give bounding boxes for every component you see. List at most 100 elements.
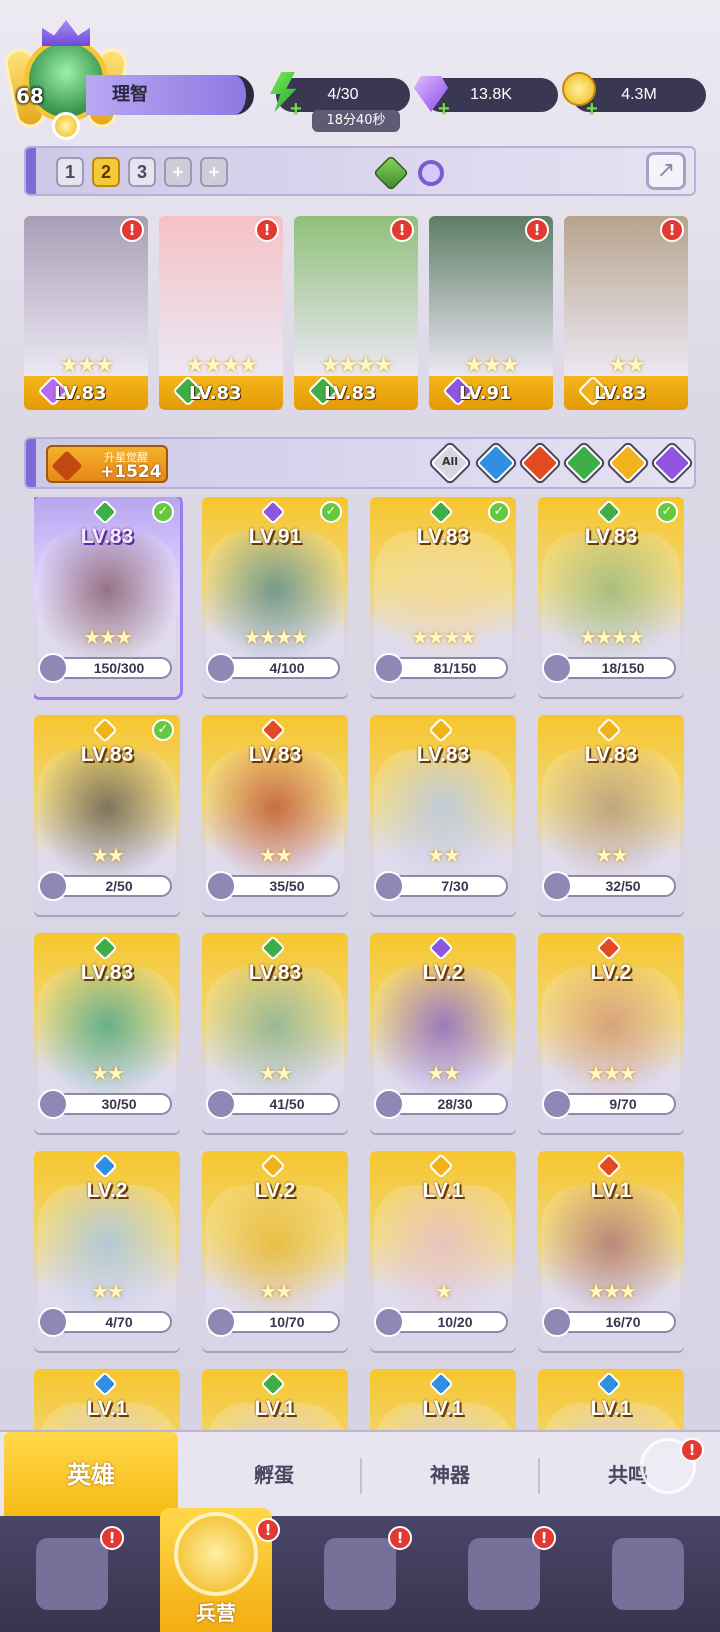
checkmark-icon: ✓ [656, 501, 678, 523]
element-water-icon [428, 1371, 454, 1397]
cards-icon [36, 1538, 108, 1610]
star-rating: ★★ [427, 1061, 461, 1085]
element-fire-icon [596, 935, 622, 961]
tab-artifacts[interactable]: 神器 [362, 1432, 538, 1518]
hero-card[interactable]: LV.1 ★ 10/20 [370, 1151, 516, 1351]
player-name[interactable]: 理智 [86, 75, 254, 115]
nav-shop[interactable]: ! [432, 1516, 576, 1632]
hero-card[interactable]: LV.83 ✓ ★★★★ 18/150 [538, 497, 684, 697]
team-tab-2[interactable]: 2 [92, 157, 120, 187]
team-tab-3[interactable]: 3 [128, 157, 156, 187]
hero-level: LV.91 [248, 525, 302, 548]
hero-shard-icon [38, 1307, 68, 1337]
hero-level: LV.83 [248, 743, 302, 766]
nav-cards[interactable]: ! [0, 1516, 144, 1632]
hero-card[interactable]: LV.83 ★★ 41/50 [202, 933, 348, 1133]
hero-card[interactable]: LV.2 ★★★ 9/70 [538, 933, 684, 1133]
hero-card[interactable]: LV.83 ★★ 32/50 [538, 715, 684, 915]
add-energy-icon[interactable]: + [290, 92, 302, 126]
nav-barracks[interactable]: 兵营 ! [144, 1488, 288, 1632]
filter-fire-icon[interactable] [520, 443, 560, 483]
element-nature-icon [260, 935, 286, 961]
star-rating: ★★ [91, 843, 125, 867]
element-light-icon [92, 717, 118, 743]
sub-tab-bar: 英雄 孵蛋 神器 共鸣 ! [0, 1430, 720, 1518]
hero-card[interactable]: LV.83 ★★ 7/30 [370, 715, 516, 915]
element-light-icon [596, 717, 622, 743]
hero-level: LV.1 [422, 1397, 464, 1420]
filter-all-label: All [441, 455, 459, 468]
hero-card[interactable]: LV.91 ✓ ★★★★ 4/100 [202, 497, 348, 697]
add-gems-icon[interactable]: + [438, 92, 450, 126]
hero-shard-icon [38, 1089, 68, 1119]
top-status-bar: 68 理智 + 4/30 18分40秒 + 13.8K + 4.3M [0, 0, 720, 145]
star-rating: ★★★ [587, 1061, 637, 1085]
gem-counter[interactable]: + 13.8K [414, 76, 558, 120]
element-light-icon [260, 1153, 286, 1179]
team-slot[interactable]: ★★★★ LV.83! [294, 216, 418, 410]
hero-level: LV.2 [422, 961, 464, 984]
team-add-button-1[interactable]: + [164, 157, 192, 187]
element-dark-icon [260, 499, 286, 525]
team-slot[interactable]: ★★★ LV.91! [429, 216, 553, 410]
hero-card[interactable]: LV.2 ★★ 28/30 [370, 933, 516, 1133]
hero-card[interactable]: LV.83 ✓ ★★★★ 81/150 [370, 497, 516, 697]
team-add-button-2[interactable]: + [200, 157, 228, 187]
star-rating: ★★★ [464, 353, 519, 378]
team-slot[interactable]: ★★★ LV.83! [24, 216, 148, 410]
hero-level: LV.2 [254, 1179, 296, 1202]
hero-card[interactable]: LV.1 [34, 1369, 180, 1437]
filter-dark-icon[interactable] [652, 443, 692, 483]
filter-nature-icon[interactable] [564, 443, 604, 483]
slot-level: LV.91 [459, 383, 512, 404]
hero-card[interactable]: LV.2 ★★ 10/70 [202, 1151, 348, 1351]
nav-guild[interactable] [576, 1516, 720, 1632]
element-nature-icon [596, 499, 622, 525]
slot-level: LV.83 [324, 383, 377, 404]
star-rating: ★★ [259, 1061, 293, 1085]
hero-card[interactable]: LV.83 ✓ ★★ 2/50 [34, 715, 180, 915]
filter-light-icon[interactable] [608, 443, 648, 483]
gold-counter[interactable]: + 4.3M [562, 72, 706, 120]
team-slot[interactable]: ★★★★ LV.83! [159, 216, 283, 410]
star-rating: ★★ [608, 353, 645, 378]
star-rating: ★★ [259, 843, 293, 867]
team-tab-1[interactable]: 1 [56, 157, 84, 187]
add-gold-icon[interactable]: + [586, 92, 598, 126]
star-rating: ★★ [595, 843, 629, 867]
hero-card[interactable]: LV.1 ★★★ 16/70 [538, 1151, 684, 1351]
energy-counter[interactable]: + 4/30 [270, 72, 410, 120]
team-slot[interactable]: ★★ LV.83! [564, 216, 688, 410]
filter-water-icon[interactable] [476, 443, 516, 483]
hero-card[interactable]: LV.1 [370, 1369, 516, 1437]
element-light-icon [428, 1153, 454, 1179]
element-fire-icon [260, 717, 286, 743]
element-water-icon [92, 1371, 118, 1397]
hero-card[interactable]: LV.83 ★★ 30/50 [34, 933, 180, 1133]
hero-card[interactable]: LV.1 [538, 1369, 684, 1437]
hero-card[interactable]: LV.2 ★★ 4/70 [34, 1151, 180, 1351]
hero-shard-icon [38, 871, 68, 901]
nav-codex[interactable]: ! [288, 1516, 432, 1632]
hero-card[interactable]: LV.83 ★★ 35/50 [202, 715, 348, 915]
star-awaken-button[interactable]: 升星觉醒 +1524 [46, 445, 168, 483]
awaken-value: +1524 [100, 462, 162, 482]
star-rating: ★★ [427, 843, 461, 867]
slot-level: LV.83 [594, 383, 647, 404]
star-rating: ★★★ [59, 353, 114, 378]
element-water-icon [596, 1371, 622, 1397]
hero-card[interactable]: LV.83 ✓ ★★★ 150/300 [34, 497, 180, 697]
auto-team-icon[interactable] [372, 154, 410, 192]
star-rating: ★★ [91, 1279, 125, 1303]
star-rating: ★★★★ [243, 625, 309, 649]
slot-level: LV.83 [54, 383, 107, 404]
energy-timer: 18分40秒 [312, 110, 400, 132]
hero-level: LV.1 [590, 1397, 632, 1420]
hero-filter-bar: 升星觉醒 +1524 All [24, 437, 696, 489]
star-rating: ★★★★ [185, 353, 259, 378]
hero-level: LV.1 [86, 1397, 128, 1420]
hero-card[interactable]: LV.1 [202, 1369, 348, 1437]
search-icon[interactable] [418, 160, 444, 186]
hero-shard-icon [374, 653, 404, 683]
share-icon[interactable]: ↗ [646, 152, 686, 190]
